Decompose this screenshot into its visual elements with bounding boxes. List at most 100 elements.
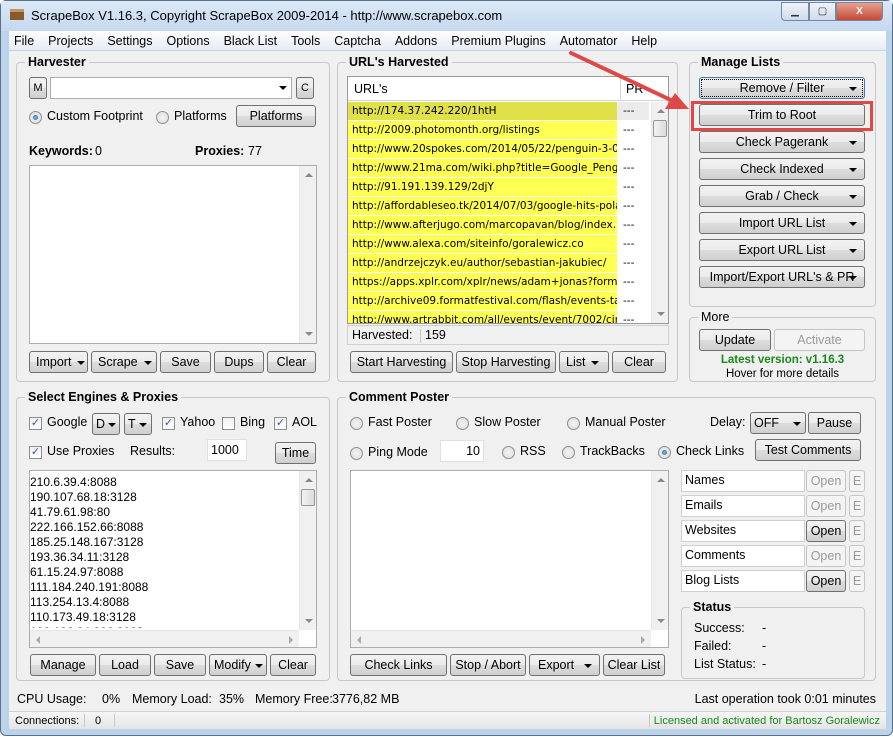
edit-comments-button[interactable]: E — [849, 545, 865, 567]
edit-websites-button[interactable]: E — [849, 520, 865, 542]
proxy-item[interactable]: 106.186.24.206:8088 — [30, 625, 300, 628]
google-d-dropdown[interactable]: D — [92, 413, 120, 435]
url-row[interactable]: http://www.21ma.com/wiki.php?title=Googl… — [348, 159, 651, 178]
update-button[interactable]: Update — [699, 329, 771, 351]
results-input[interactable]: 1000 — [207, 439, 247, 461]
grab-check-button[interactable]: Grab / Check — [699, 185, 865, 207]
hover-details[interactable]: Hover for more details — [690, 368, 875, 380]
stop-abort-button[interactable]: Stop / Abort — [450, 654, 526, 676]
scrape-button[interactable]: Scrape — [91, 351, 157, 373]
keywords-textarea[interactable] — [29, 165, 317, 344]
close-button[interactable]: X — [836, 2, 883, 21]
title-bar[interactable]: ScrapeBox V1.16.3, Copyright ScrapeBox 2… — [1, 1, 892, 31]
open-names-button[interactable]: Open — [806, 470, 846, 492]
comments-field[interactable]: Comments — [681, 545, 805, 567]
bing-checkbox[interactable] — [222, 417, 235, 430]
menu-tools[interactable]: Tools — [291, 34, 320, 48]
proxy-item[interactable]: 210.6.39.4:8088 — [30, 475, 300, 490]
scroll-thumb[interactable] — [301, 489, 315, 506]
proxy-item[interactable]: 111.184.240.191:8088 — [30, 580, 300, 595]
m-button[interactable]: M — [29, 77, 47, 99]
names-field[interactable]: Names — [681, 470, 805, 492]
proxy-item[interactable]: 193.36.34.11:3128 — [30, 550, 300, 565]
proxy-hscrollbar[interactable] — [30, 630, 299, 647]
url-row[interactable]: http://www.afterjugo.com/marcopavan/blog… — [348, 216, 651, 235]
import-url-list-button[interactable]: Import URL List — [699, 212, 865, 234]
open-blog-lists-button[interactable]: Open — [806, 570, 846, 592]
keywords-scrollbar[interactable] — [299, 166, 316, 343]
activate-button[interactable]: Activate — [774, 329, 865, 351]
open-emails-button[interactable]: Open — [806, 495, 846, 517]
proxy-item[interactable]: 190.107.68.18:3128 — [30, 490, 300, 505]
proxy-item[interactable]: 61.15.24.97:8088 — [30, 565, 300, 580]
delay-dropdown[interactable]: OFF — [750, 412, 806, 434]
yahoo-checkbox[interactable]: ✓ — [162, 417, 175, 430]
blog-lists-field[interactable]: Blog Lists — [681, 570, 805, 592]
url-row[interactable]: http://affordableseo.tk/2014/07/03/googl… — [348, 197, 651, 216]
poster-vscrollbar[interactable] — [651, 471, 668, 630]
url-row[interactable]: http://www.artrabbit.com/all/events/even… — [348, 311, 651, 323]
url-row[interactable]: http://www.20spokes.com/2014/05/22/pengu… — [348, 140, 651, 159]
use-proxies-checkbox[interactable]: ✓ — [29, 446, 42, 459]
check-indexed-button[interactable]: Check Indexed — [699, 158, 865, 180]
start-harvesting-button[interactable]: Start Harvesting — [350, 351, 453, 373]
pause-button[interactable]: Pause — [808, 412, 861, 434]
ping-threads-input[interactable]: 10 — [440, 440, 484, 462]
google-t-dropdown[interactable]: T — [124, 413, 152, 435]
export-url-list-button[interactable]: Export URL List — [699, 239, 865, 261]
load-proxies-button[interactable]: Load — [99, 654, 151, 676]
clear-list-button[interactable]: Clear List — [603, 654, 665, 676]
custom-footprint-radio[interactable] — [29, 111, 42, 124]
url-row[interactable]: http://2009.photomonth.org/listings --- — [348, 121, 651, 140]
urls-scrollbar[interactable] — [651, 102, 668, 323]
slow-poster-radio[interactable] — [456, 417, 469, 430]
c-button[interactable]: C — [296, 77, 314, 99]
export-button[interactable]: Export — [529, 654, 600, 676]
url-row[interactable]: http://91.191.139.129/2djY --- — [348, 178, 651, 197]
proxy-item[interactable]: 110.173.49.18:3128 — [30, 610, 300, 625]
proxy-item[interactable]: 113.254.13.4:8088 — [30, 595, 300, 610]
menu-settings[interactable]: Settings — [107, 34, 152, 48]
check-links-button[interactable]: Check Links — [350, 654, 447, 676]
clear-proxies-button[interactable]: Clear — [270, 654, 316, 676]
menu-premium-plugins[interactable]: Premium Plugins — [451, 34, 545, 48]
platforms-button[interactable]: Platforms — [236, 105, 316, 127]
minimize-button[interactable]: ▁ — [781, 2, 809, 21]
list-button[interactable]: List — [559, 351, 609, 373]
dups-button[interactable]: Dups — [214, 351, 264, 373]
trackbacks-radio[interactable] — [562, 446, 575, 459]
manage-proxies-button[interactable]: Manage — [30, 654, 96, 676]
emails-field[interactable]: Emails — [681, 495, 805, 517]
column-header-pr[interactable]: PR — [620, 77, 643, 101]
google-checkbox[interactable]: ✓ — [29, 417, 42, 430]
url-row[interactable]: http://andrzejczyk.eu/author/sebastian-j… — [348, 254, 651, 273]
scroll-thumb[interactable] — [653, 120, 667, 137]
check-links-radio[interactable] — [658, 446, 671, 459]
remove-filter-button[interactable]: Remove / Filter — [699, 77, 865, 99]
proxy-vscrollbar[interactable] — [299, 471, 316, 630]
edit-emails-button[interactable]: E — [849, 495, 865, 517]
menu-help[interactable]: Help — [631, 34, 657, 48]
import-export-url-s-pr-button[interactable]: Import/Export URL's & PR — [699, 266, 865, 288]
menu-file[interactable]: File — [14, 34, 34, 48]
menu-automator[interactable]: Automator — [560, 34, 618, 48]
import-button[interactable]: Import — [29, 351, 88, 373]
websites-field[interactable]: Websites — [681, 520, 805, 542]
poster-hscrollbar[interactable] — [351, 630, 651, 647]
url-row[interactable]: http://www.alexa.com/siteinfo/goralewicz… — [348, 235, 651, 254]
platforms-radio[interactable] — [156, 111, 169, 124]
edit-names-button[interactable]: E — [849, 470, 865, 492]
open-comments-button[interactable]: Open — [806, 545, 846, 567]
column-header-urls[interactable]: URL's — [354, 82, 388, 96]
menu-addons[interactable]: Addons — [395, 34, 437, 48]
menu-captcha[interactable]: Captcha — [334, 34, 381, 48]
clear-keywords-button[interactable]: Clear — [267, 351, 316, 373]
url-row[interactable]: http://archive09.formatfestival.com/flas… — [348, 292, 651, 311]
edit-blog-lists-button[interactable]: E — [849, 570, 865, 592]
aol-checkbox[interactable]: ✓ — [274, 417, 287, 430]
manual-poster-radio[interactable] — [567, 417, 580, 430]
poster-log-box[interactable] — [350, 470, 669, 648]
maximize-button[interactable]: ▢ — [809, 2, 836, 21]
check-pagerank-button[interactable]: Check Pagerank — [699, 131, 865, 153]
url-row[interactable]: https://apps.xplr.com/xplr/news/adam+jon… — [348, 273, 651, 292]
